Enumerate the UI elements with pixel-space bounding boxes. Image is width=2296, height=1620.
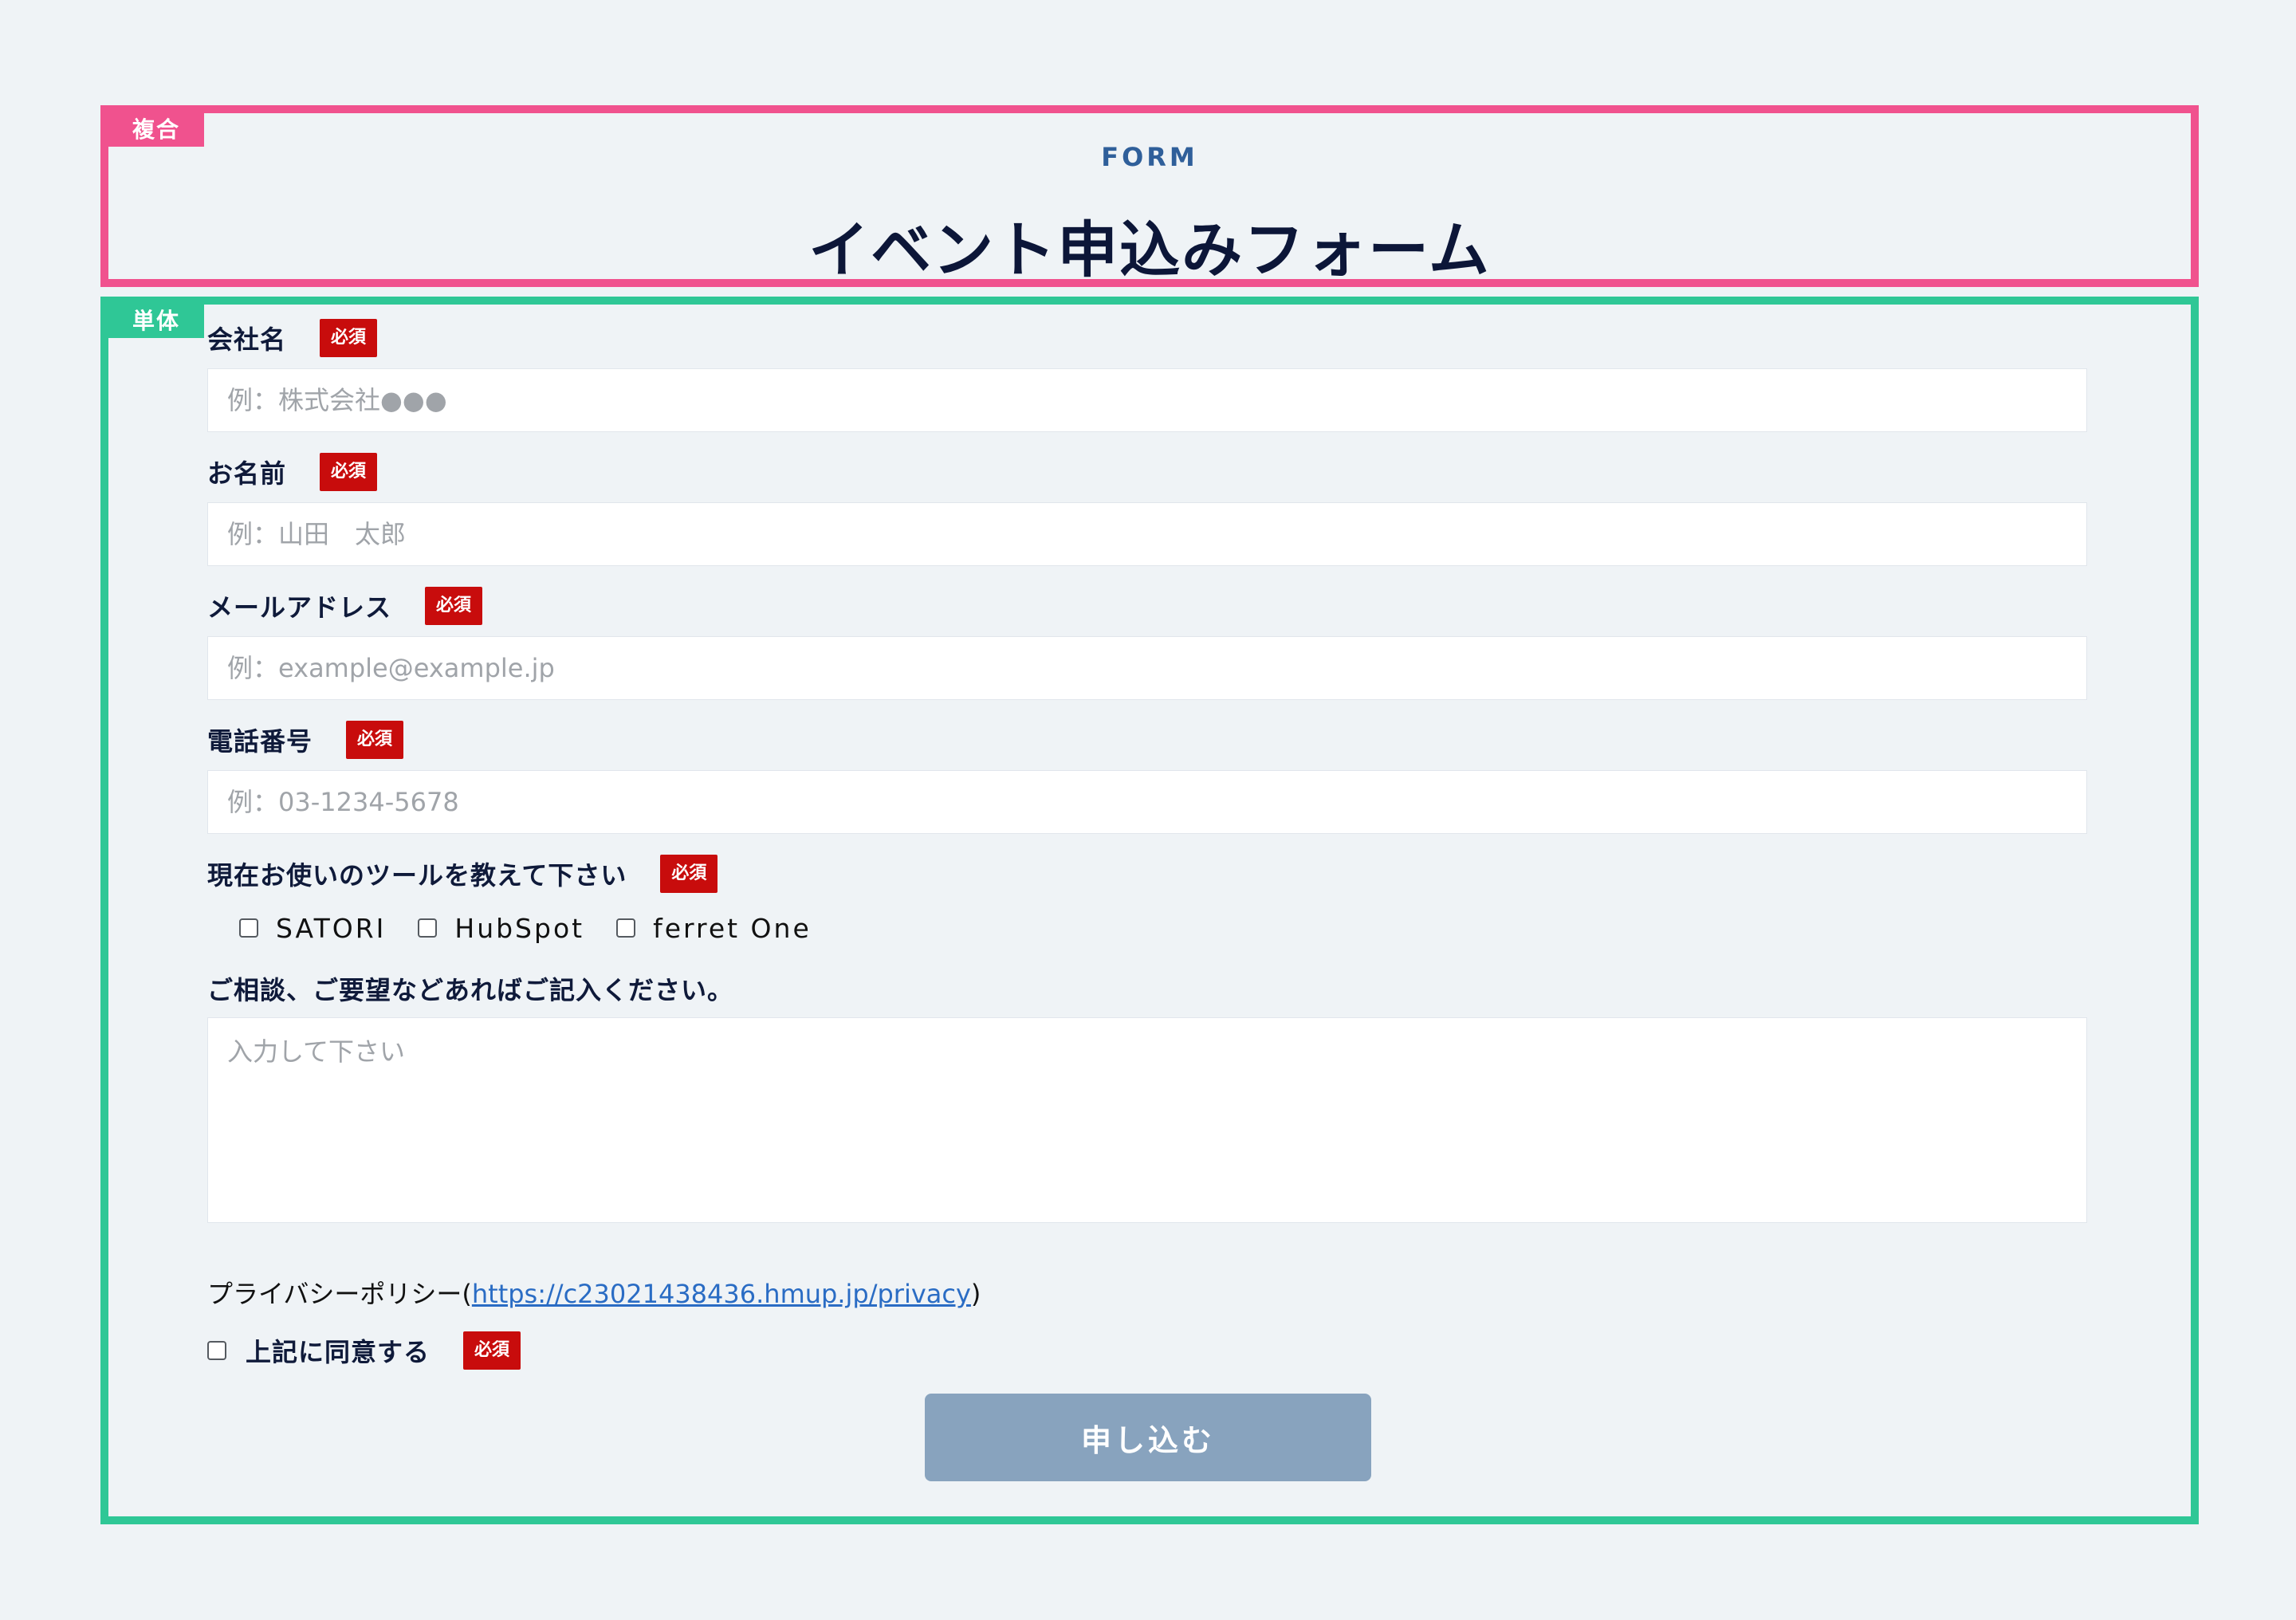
privacy-prefix: プライバシーポリシー( <box>207 1279 472 1309</box>
tool-option-label: SATORI <box>276 912 387 944</box>
checkbox[interactable] <box>239 918 258 938</box>
required-badge: 必須 <box>660 855 718 893</box>
tools-label: 現在お使いのツールを教えて下さい <box>207 860 627 891</box>
privacy-policy-link[interactable]: https://c23021438436.hmup.jp/privacy <box>472 1279 971 1309</box>
company-label-row: 会社名 必須 <box>207 317 378 359</box>
name-label: お名前 <box>207 458 287 489</box>
single-tag: 単体 <box>108 305 204 338</box>
tool-option-satori[interactable]: SATORI <box>239 913 386 944</box>
required-badge: 必須 <box>320 319 378 357</box>
company-label: 会社名 <box>207 324 287 355</box>
submit-button[interactable]: 申し込む <box>925 1394 1371 1481</box>
phone-label: 電話番号 <box>207 726 313 757</box>
consultation-label: ご相談、ご要望などあればご記入ください。 <box>207 975 734 1005</box>
email-input[interactable] <box>207 636 2087 700</box>
tool-option-hubspot[interactable]: HubSpot <box>418 913 584 944</box>
checkbox[interactable] <box>418 918 438 938</box>
page-title: イベント申込みフォーム <box>808 214 1491 285</box>
required-badge: 必須 <box>425 587 483 625</box>
required-badge: 必須 <box>346 721 404 759</box>
tool-option-ferret-one[interactable]: ferret One <box>616 913 812 944</box>
consultation-textarea[interactable] <box>207 1017 2087 1223</box>
email-label: メールアドレス <box>207 592 392 623</box>
header-section: 複合 FORM イベント申込みフォーム <box>100 105 2199 287</box>
privacy-policy-line: プライバシーポリシー(https://c23021438436.hmup.jp/… <box>207 1274 981 1311</box>
name-label-row: お名前 必須 <box>207 451 378 493</box>
tool-option-label: HubSpot <box>454 912 585 944</box>
email-label-row: メールアドレス 必須 <box>207 585 483 627</box>
company-input[interactable] <box>207 368 2087 432</box>
phone-input[interactable] <box>207 770 2087 834</box>
tools-label-row: 現在お使いのツールを教えて下さい 必須 <box>207 853 718 895</box>
consultation-label-row: ご相談、ご要望などあればご記入ください。 <box>207 968 733 1009</box>
tool-option-label: ferret One <box>653 912 812 944</box>
tools-checkbox-group: SATORI HubSpot ferret One <box>239 907 843 949</box>
phone-label-row: 電話番号 必須 <box>207 719 404 761</box>
agree-label: 上記に同意する <box>246 1337 431 1367</box>
required-badge: 必須 <box>320 453 378 491</box>
agree-checkbox[interactable] <box>207 1341 226 1360</box>
agree-row: 上記に同意する 必須 <box>207 1330 521 1371</box>
name-input[interactable] <box>207 502 2087 566</box>
form-eyebrow: FORM <box>1101 142 1198 172</box>
required-badge: 必須 <box>463 1331 521 1370</box>
privacy-suffix: ) <box>970 1279 981 1309</box>
checkbox[interactable] <box>616 918 636 938</box>
